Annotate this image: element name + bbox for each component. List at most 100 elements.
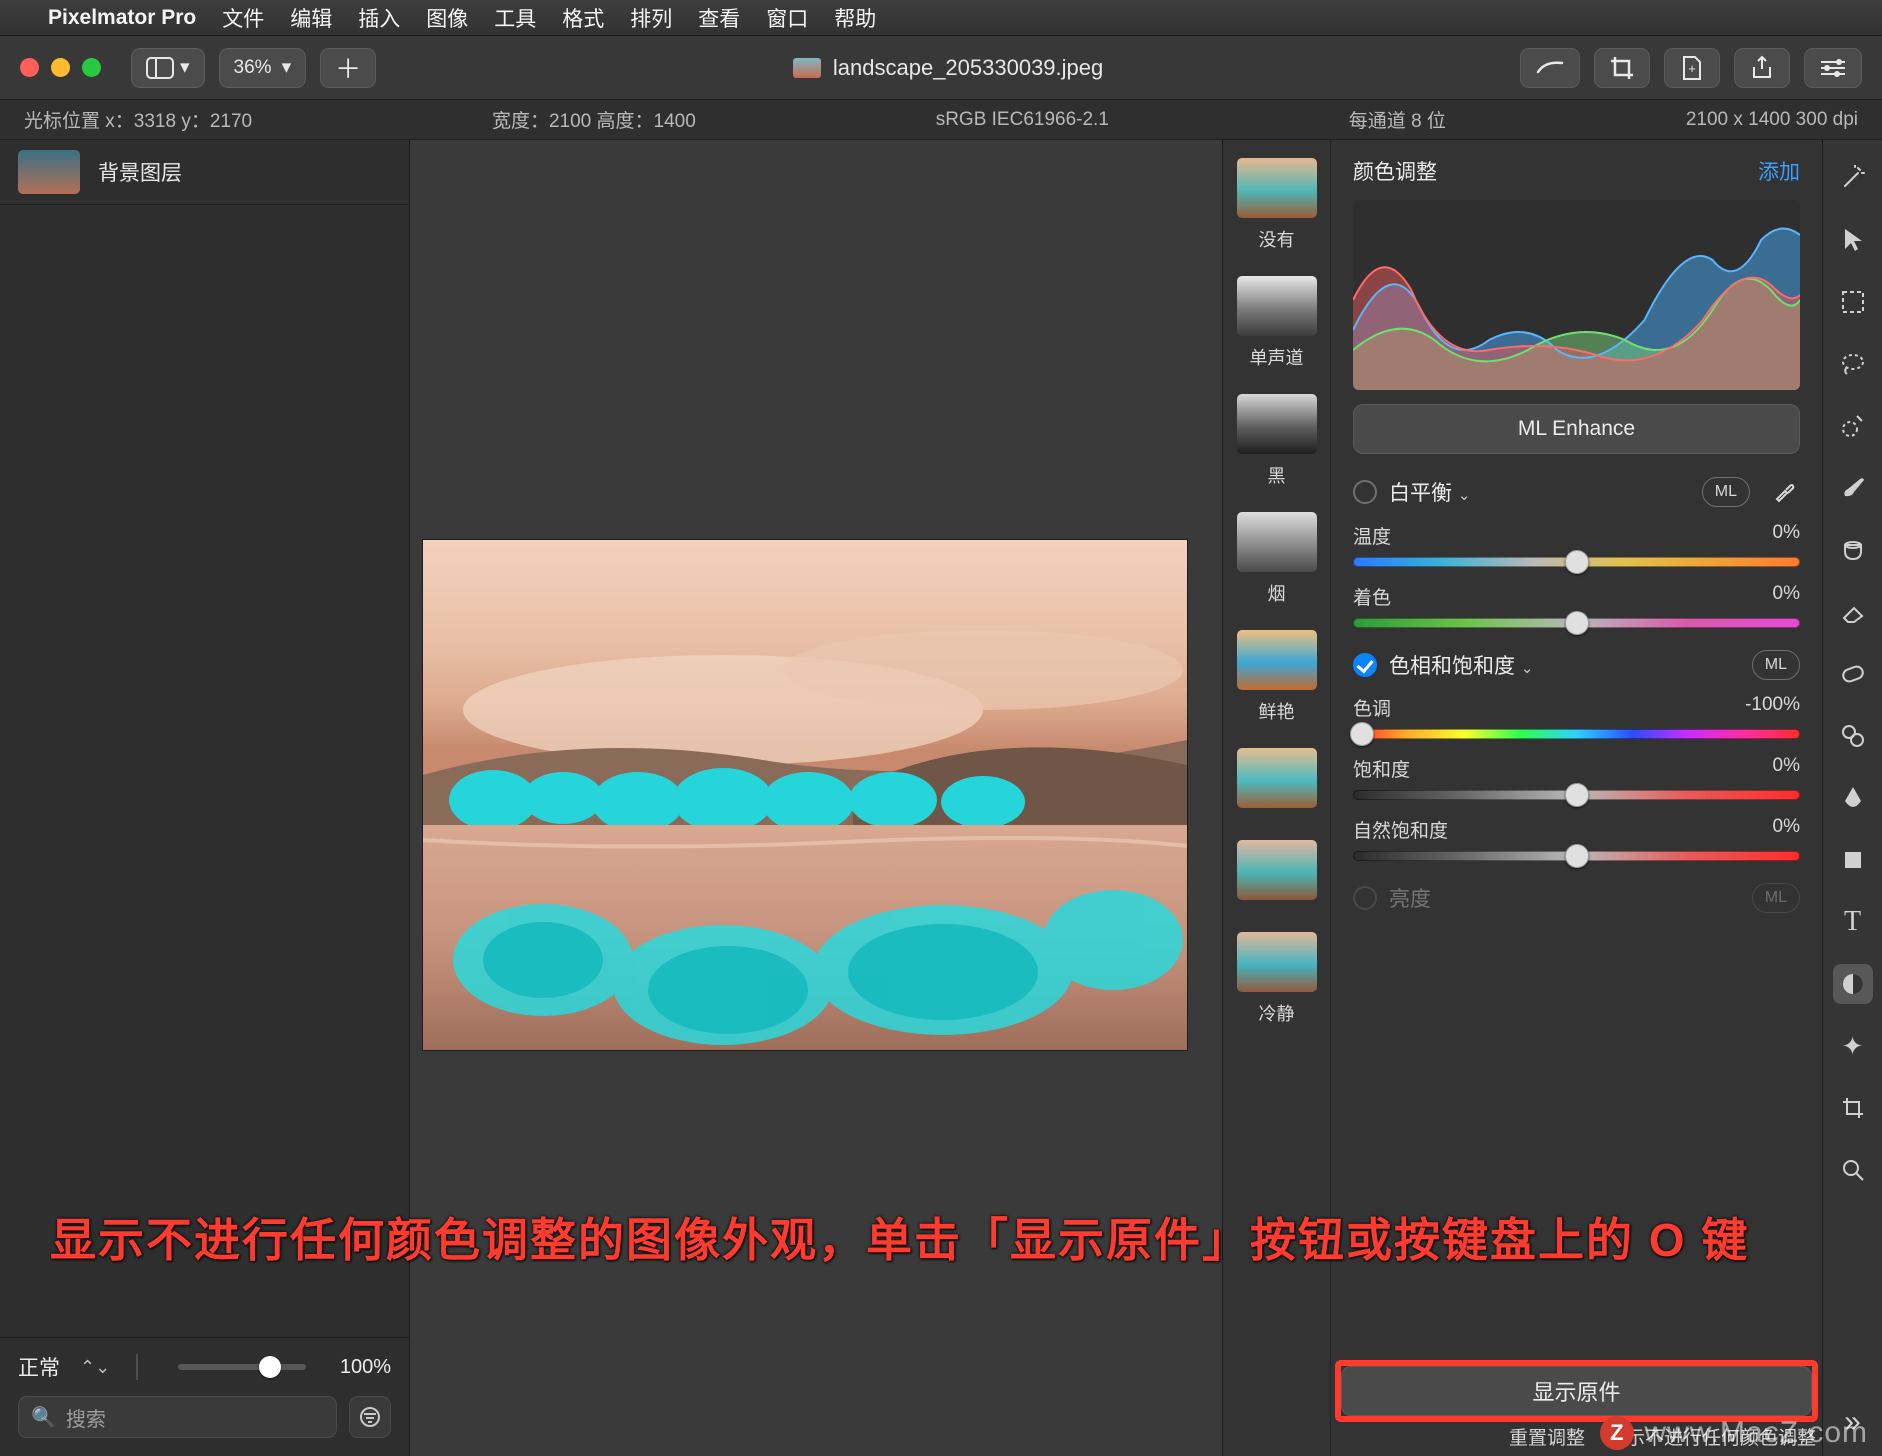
color-select-tool[interactable]: [1833, 406, 1873, 446]
layer-row[interactable]: 背景图层: [0, 140, 409, 205]
add-button[interactable]: ＋: [320, 48, 376, 88]
preset-none[interactable]: 没有: [1237, 158, 1317, 252]
divider: [136, 1354, 138, 1380]
preset-black[interactable]: 黑: [1237, 394, 1317, 488]
bandage-icon: [1839, 664, 1867, 684]
menu-tools[interactable]: 工具: [494, 3, 536, 33]
brightness-toggle[interactable]: [1353, 886, 1377, 910]
repair-tool[interactable]: [1833, 654, 1873, 694]
preset-smoke[interactable]: 烟: [1237, 512, 1317, 606]
erase-tool[interactable]: [1833, 592, 1873, 632]
sliders-icon: [1819, 58, 1847, 78]
crop-tool[interactable]: [1833, 1088, 1873, 1128]
fullscreen-window-button[interactable]: [82, 58, 101, 77]
brightness-title[interactable]: 亮度: [1389, 883, 1740, 913]
vibrance-slider[interactable]: [1353, 851, 1800, 861]
temperature-value: 0%: [1773, 522, 1800, 549]
preset-item[interactable]: [1237, 840, 1317, 908]
menu-window[interactable]: 窗口: [766, 3, 808, 33]
vibrance-value: 0%: [1773, 816, 1800, 843]
zoom-tool[interactable]: [1833, 1150, 1873, 1190]
watermark: Z www.MacZ.com: [1600, 1416, 1868, 1450]
opacity-slider[interactable]: [178, 1364, 306, 1370]
color-adjustments-tool[interactable]: [1833, 964, 1873, 1004]
info-bar: 光标位置 x：3318 y：2170 宽度：2100 高度：1400 sRGB …: [0, 100, 1882, 140]
menu-insert[interactable]: 插入: [358, 3, 400, 33]
effects-tool[interactable]: ✦: [1833, 1026, 1873, 1066]
app-name[interactable]: Pixelmator Pro: [48, 6, 196, 30]
clone-tool[interactable]: [1833, 716, 1873, 756]
lasso-tool[interactable]: [1833, 344, 1873, 384]
temperature-label: 温度: [1353, 522, 1391, 549]
brightness-section: 亮度 ML: [1353, 883, 1800, 913]
image-size: 宽度：2100 高度：1400: [492, 106, 696, 133]
style-tool[interactable]: [1833, 158, 1873, 198]
menu-view[interactable]: 查看: [698, 3, 740, 33]
paint-tool[interactable]: [1833, 468, 1873, 508]
ml-enhance-button[interactable]: ML Enhance: [1353, 404, 1800, 454]
adjustments-title: 颜色调整: [1353, 156, 1437, 186]
layers-filter-button[interactable]: [349, 1396, 391, 1438]
canvas-image: [423, 540, 1187, 1050]
hue-saturation-section: 色相和饱和度 ⌄ ML 色调-100% 饱和度0% 自然饱和度0%: [1353, 650, 1800, 861]
svg-text:+: +: [1688, 61, 1696, 76]
hue-saturation-toggle[interactable]: [1353, 653, 1377, 677]
zoom-dropdown[interactable]: 36% ▾: [219, 48, 307, 88]
blend-mode-dropdown[interactable]: 正常: [18, 1352, 60, 1382]
shape-tool[interactable]: [1833, 840, 1873, 880]
preset-item[interactable]: [1237, 748, 1317, 816]
hue-slider[interactable]: [1353, 729, 1800, 739]
vibrance-label: 自然饱和度: [1353, 816, 1448, 843]
eyedropper-button[interactable]: [1768, 476, 1800, 508]
share-button[interactable]: [1734, 48, 1790, 88]
new-document-button[interactable]: +: [1664, 48, 1720, 88]
tint-slider[interactable]: [1353, 618, 1800, 628]
opacity-value: 100%: [340, 1356, 391, 1379]
brightness-ml-button[interactable]: ML: [1752, 883, 1800, 913]
crop-icon: [1609, 55, 1635, 81]
crop-tool-button[interactable]: [1594, 48, 1650, 88]
pen-tool[interactable]: [1833, 778, 1873, 818]
white-balance-toggle[interactable]: [1353, 480, 1377, 504]
eraser-icon: [1840, 600, 1866, 624]
layers-search-input[interactable]: 🔍 搜索: [18, 1396, 337, 1438]
bucket-icon: [1841, 537, 1865, 563]
add-adjustment-button[interactable]: 添加: [1758, 156, 1800, 186]
temperature-slider[interactable]: [1353, 557, 1800, 567]
menu-arrange[interactable]: 排列: [630, 3, 672, 33]
annotation-text: 显示不进行任何颜色调整的图像外观，单击「显示原件」按钮或按键盘上的 O 键: [50, 1204, 1832, 1270]
hue-saturation-ml-button[interactable]: ML: [1752, 650, 1800, 680]
white-balance-ml-button[interactable]: ML: [1702, 477, 1750, 507]
brush-icon: [1840, 475, 1866, 501]
white-balance-title[interactable]: 白平衡 ⌄: [1389, 477, 1690, 507]
preset-mono[interactable]: 单声道: [1237, 276, 1317, 370]
menu-file[interactable]: 文件: [222, 3, 264, 33]
marquee-tool[interactable]: [1833, 282, 1873, 322]
menu-edit[interactable]: 编辑: [290, 3, 332, 33]
filter-icon: [359, 1406, 381, 1428]
layers-footer: 正常 ⌃⌄ 100% 🔍 搜索: [0, 1337, 409, 1456]
sidebar-toggle-button[interactable]: ▾: [131, 48, 205, 88]
magnifier-icon: [1841, 1158, 1865, 1182]
menu-image[interactable]: 图像: [426, 3, 468, 33]
fill-tool[interactable]: [1833, 530, 1873, 570]
search-icon: 🔍: [31, 1405, 56, 1430]
crop-icon: [1841, 1096, 1865, 1120]
repair-tool-button[interactable]: [1520, 48, 1580, 88]
settings-button[interactable]: [1804, 48, 1862, 88]
reset-adjustments-button[interactable]: 重置调整: [1509, 1423, 1585, 1450]
arrange-tool[interactable]: [1833, 220, 1873, 260]
close-window-button[interactable]: [20, 58, 39, 77]
preset-vivid[interactable]: 鲜艳: [1237, 630, 1317, 724]
document-name: landscape_205330039.jpeg: [833, 55, 1103, 81]
white-balance-section: 白平衡 ⌄ ML 温度0% 着色0%: [1353, 476, 1800, 628]
saturation-slider[interactable]: [1353, 790, 1800, 800]
menu-help[interactable]: 帮助: [834, 3, 876, 33]
minimize-window-button[interactable]: [51, 58, 70, 77]
type-tool[interactable]: T: [1833, 902, 1873, 942]
color-profile: sRGB IEC61966-2.1: [936, 109, 1109, 131]
hue-saturation-title[interactable]: 色相和饱和度 ⌄: [1389, 650, 1740, 680]
preset-calm[interactable]: 冷静: [1237, 932, 1317, 1026]
document-thumb-icon: [793, 58, 821, 78]
menu-format[interactable]: 格式: [562, 3, 604, 33]
